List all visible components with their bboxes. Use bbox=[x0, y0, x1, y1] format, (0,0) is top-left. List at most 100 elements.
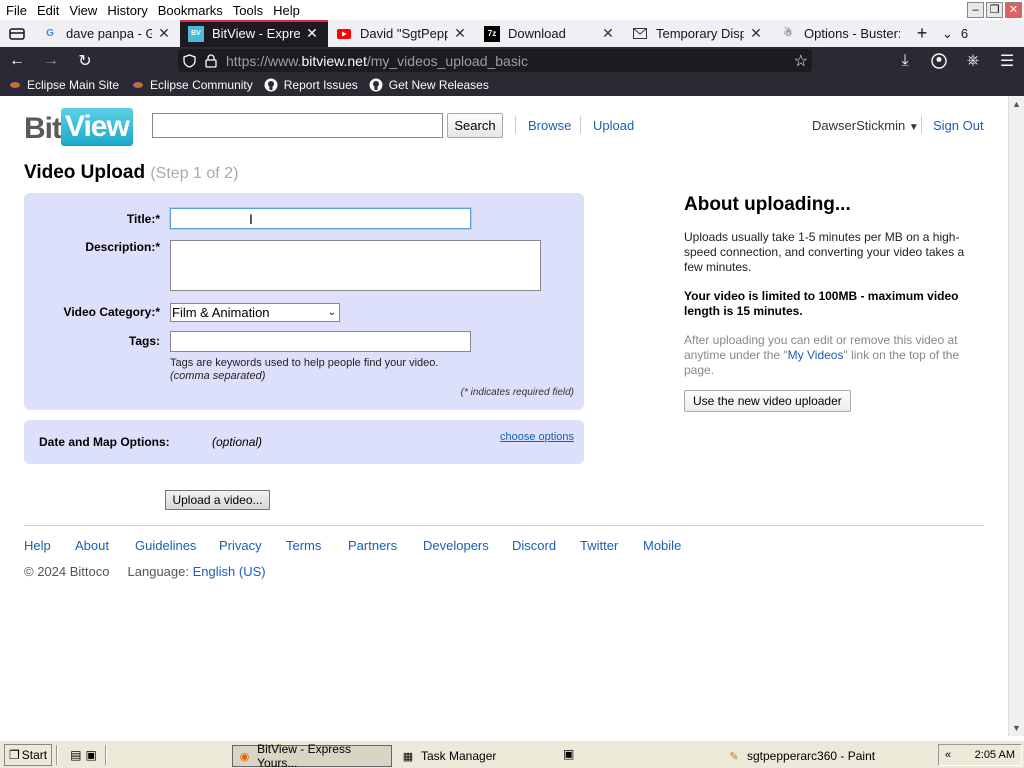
tab-download[interactable]: 7z Download ✕ bbox=[476, 20, 624, 47]
choose-options-link[interactable]: choose options bbox=[500, 431, 574, 443]
start-button[interactable]: ❐ Start bbox=[4, 743, 53, 766]
title-field[interactable]: I bbox=[170, 208, 471, 229]
menu-help[interactable]: Help bbox=[267, 3, 304, 18]
close-tab-icon[interactable]: ✕ bbox=[748, 25, 764, 42]
tab-temp-mail[interactable]: Temporary Dispo ✕ bbox=[624, 20, 772, 47]
footer-developers-link[interactable]: Developers bbox=[423, 538, 512, 553]
close-tab-icon[interactable]: ✕ bbox=[304, 25, 320, 42]
hamburger-icon: ☰ bbox=[999, 52, 1015, 70]
caret-down-icon: ▼ bbox=[908, 122, 919, 133]
bookmark-label: Report Issues bbox=[283, 78, 358, 92]
close-tab-icon[interactable]: ✕ bbox=[452, 25, 468, 42]
extensions-button[interactable]: ⎈ bbox=[956, 47, 990, 74]
url-bar[interactable]: https://www.bitview.net/my_videos_upload… bbox=[178, 49, 812, 72]
list-all-tabs-button[interactable] bbox=[0, 20, 34, 47]
scroll-up-icon[interactable]: ▲ bbox=[1009, 96, 1024, 112]
search-button[interactable]: Search bbox=[447, 113, 503, 138]
google-icon: G bbox=[46, 28, 54, 39]
menu-edit[interactable]: Edit bbox=[31, 3, 63, 18]
divider bbox=[580, 116, 581, 134]
footer-terms-link[interactable]: Terms bbox=[286, 538, 348, 553]
bookmark-star-icon[interactable]: ☆ bbox=[794, 51, 808, 71]
sign-out-link[interactable]: Sign Out bbox=[933, 118, 984, 133]
close-window-button[interactable]: ✕ bbox=[1005, 2, 1022, 18]
taskbar-item-paint[interactable]: ✎ sgtpepperarc360 - Paint bbox=[722, 745, 922, 767]
downloads-button[interactable]: ⤓ bbox=[888, 47, 922, 74]
chevron-down-icon: ⌄ bbox=[942, 25, 953, 41]
bookmark-report-issues[interactable]: Report Issues bbox=[263, 77, 358, 93]
footer-mobile-link[interactable]: Mobile bbox=[643, 538, 693, 553]
tab-options[interactable]: ☃ Options - Buster: bbox=[772, 20, 908, 47]
taskbar-app-icon[interactable]: ▣ bbox=[563, 747, 574, 761]
description-field[interactable] bbox=[170, 240, 541, 291]
footer-guidelines-link[interactable]: Guidelines bbox=[135, 538, 219, 553]
browse-link[interactable]: Browse bbox=[528, 118, 571, 133]
lock-icon[interactable] bbox=[200, 49, 222, 72]
tab-youtube[interactable]: David "SgtPepper ✕ bbox=[328, 20, 476, 47]
user-menu[interactable]: DawserStickmin ▼ bbox=[812, 118, 919, 133]
taskbar-item-task-manager[interactable]: ▦ Task Manager bbox=[396, 745, 556, 767]
footer-help-link[interactable]: Help bbox=[24, 538, 75, 553]
restore-button[interactable]: ❐ bbox=[986, 2, 1003, 18]
my-videos-link[interactable]: My Videos bbox=[788, 348, 844, 362]
vertical-scrollbar[interactable]: ▲ ▼ bbox=[1008, 96, 1024, 736]
footer-twitter-link[interactable]: Twitter bbox=[580, 538, 643, 553]
taskbar-divider bbox=[104, 744, 107, 765]
tab-count: 6 bbox=[960, 26, 969, 41]
menu-history[interactable]: History bbox=[101, 3, 151, 18]
menu-bookmarks[interactable]: Bookmarks bbox=[152, 3, 227, 18]
footer-about-link[interactable]: About bbox=[75, 538, 135, 553]
upload-link[interactable]: Upload bbox=[593, 118, 634, 133]
menu-bar: File Edit View History Bookmarks Tools H… bbox=[0, 0, 1024, 20]
close-tab-icon[interactable]: ✕ bbox=[600, 25, 616, 42]
footer-privacy-link[interactable]: Privacy bbox=[219, 538, 286, 553]
tab-bar: G dave panpa - Goo ✕ BV BitView - Expres… bbox=[0, 20, 1024, 47]
bitview-logo[interactable]: Bit View bbox=[24, 106, 133, 146]
tab-bitview[interactable]: BV BitView - Express ✕ bbox=[180, 20, 328, 47]
optional-label: (optional) bbox=[212, 435, 263, 449]
tab-label: BitView - Express bbox=[212, 26, 300, 41]
bitview-icon: BV bbox=[188, 25, 204, 42]
page-title: Video Upload (Step 1 of 2) bbox=[24, 162, 239, 183]
reload-button[interactable]: ↻ bbox=[68, 47, 102, 74]
upload-video-button[interactable]: Upload a video... bbox=[165, 490, 270, 510]
account-button[interactable] bbox=[922, 47, 956, 74]
puzzle-extensions-icon: ⎈ bbox=[966, 51, 980, 69]
about-paragraph-1: Uploads usually take 1-5 minutes per MB … bbox=[684, 230, 965, 274]
footer-discord-link[interactable]: Discord bbox=[512, 538, 580, 553]
taskbar-item-bitview[interactable]: ◉ BitView - Express Yours... bbox=[232, 742, 392, 768]
show-desktop-icon[interactable]: ▤ bbox=[70, 748, 81, 762]
eclipse-icon bbox=[6, 77, 22, 93]
divider bbox=[921, 116, 922, 134]
bookmark-label: Get New Releases bbox=[388, 78, 489, 92]
language-link[interactable]: English (US) bbox=[193, 564, 266, 579]
search-input[interactable] bbox=[152, 113, 443, 138]
bookmark-get-new-releases[interactable]: Get New Releases bbox=[368, 77, 489, 93]
category-select[interactable]: Film & Animation ⌄ bbox=[170, 303, 340, 322]
quicklaunch-icon[interactable]: ▣ bbox=[85, 748, 96, 762]
tray-expand-icon[interactable]: « bbox=[945, 749, 951, 761]
tags-field[interactable] bbox=[170, 331, 471, 352]
tab-overflow[interactable]: ⌄ 6 bbox=[936, 26, 968, 42]
description-label: Description:* bbox=[85, 240, 160, 254]
forward-button[interactable]: → bbox=[34, 47, 68, 74]
divider bbox=[515, 116, 516, 134]
shield-icon[interactable] bbox=[178, 49, 200, 72]
scroll-down-icon[interactable]: ▼ bbox=[1009, 720, 1024, 736]
menu-button[interactable]: ☰ bbox=[990, 47, 1024, 74]
new-uploader-button[interactable]: Use the new video uploader bbox=[684, 390, 851, 412]
github-icon bbox=[263, 77, 279, 93]
mail-icon bbox=[632, 26, 648, 42]
footer-partners-link[interactable]: Partners bbox=[348, 538, 423, 553]
tab-google[interactable]: G dave panpa - Goo ✕ bbox=[34, 20, 180, 47]
tab-label: Download bbox=[508, 26, 566, 41]
new-tab-button[interactable]: + bbox=[908, 23, 936, 44]
minimize-button[interactable]: – bbox=[967, 2, 984, 18]
bookmark-eclipse-main[interactable]: Eclipse Main Site bbox=[6, 77, 119, 93]
menu-tools[interactable]: Tools bbox=[227, 3, 267, 18]
close-tab-icon[interactable]: ✕ bbox=[156, 25, 172, 42]
bookmark-eclipse-community[interactable]: Eclipse Community bbox=[129, 77, 253, 93]
back-button[interactable]: ← bbox=[0, 47, 34, 74]
menu-view[interactable]: View bbox=[63, 3, 101, 18]
menu-file[interactable]: File bbox=[0, 3, 31, 18]
